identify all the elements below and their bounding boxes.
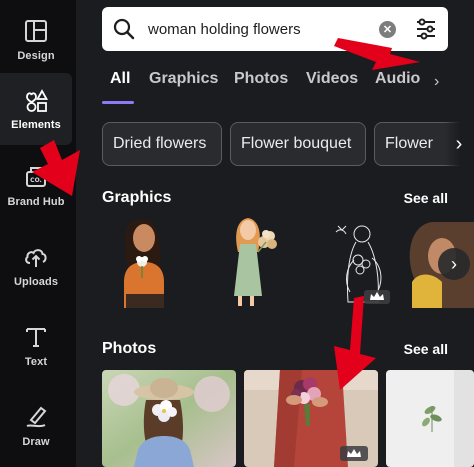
layout-icon xyxy=(25,20,47,42)
sidebar-item-text[interactable]: Text xyxy=(0,310,72,382)
photos-results xyxy=(102,370,474,467)
search-bar[interactable]: woman holding flowers ✕ xyxy=(102,7,448,51)
text-icon xyxy=(26,328,46,347)
chip-label: Dried flowers xyxy=(113,135,207,152)
sidebar-item-elements[interactable]: Elements xyxy=(0,73,72,145)
close-icon: ✕ xyxy=(382,24,393,36)
tab-audio[interactable]: Audio xyxy=(375,70,420,88)
photo-thumbnail[interactable] xyxy=(102,370,236,467)
chip-label: Flower xyxy=(385,135,434,152)
chip-label: Flower bouquet xyxy=(241,135,352,152)
sidebar-item-label: Elements xyxy=(11,119,61,131)
sidebar-item-design[interactable]: Design xyxy=(0,4,72,76)
tab-videos[interactable]: Videos xyxy=(306,70,358,88)
elements-panel: woman holding flowers ✕ All Graphics Pho… xyxy=(76,0,474,467)
sidebar-item-label: Draw xyxy=(22,436,50,448)
sidebar-item-label: Text xyxy=(24,356,48,368)
photo-thumbnail[interactable] xyxy=(244,370,378,467)
cloud-upload-icon xyxy=(25,249,47,267)
photo-thumbnail[interactable] xyxy=(386,370,474,467)
pen-icon xyxy=(26,406,47,428)
sidebar: Design Elements CO. Brand Hub Uploads Te… xyxy=(0,0,76,467)
graphics-section-title: Graphics xyxy=(102,189,172,206)
graphic-thumbnail[interactable] xyxy=(316,212,416,312)
active-tab-indicator xyxy=(102,101,134,104)
chip-dried-flowers[interactable]: Dried flowers xyxy=(102,122,222,166)
suggestion-chips: Dried flowers Flower bouquet Flower › xyxy=(102,122,474,166)
chip-flower-bouquet[interactable]: Flower bouquet xyxy=(230,122,366,166)
filter-icon[interactable] xyxy=(414,17,438,41)
tab-all[interactable]: All xyxy=(110,70,130,88)
sidebar-item-label: Brand Hub xyxy=(7,196,65,208)
sidebar-item-label: Uploads xyxy=(13,276,59,288)
tab-photos[interactable]: Photos xyxy=(234,70,288,88)
search-input[interactable]: woman holding flowers xyxy=(148,21,301,38)
tab-bar: All Graphics Photos Videos Audio xyxy=(102,70,474,104)
sidebar-item-draw[interactable]: Draw xyxy=(0,390,72,462)
shapes-icon xyxy=(26,89,49,112)
sidebar-item-uploads[interactable]: Uploads xyxy=(0,230,72,302)
graphic-thumbnail[interactable] xyxy=(102,212,202,312)
brand-hub-icon: CO. xyxy=(26,167,46,187)
sidebar-item-brand-hub[interactable]: CO. Brand Hub xyxy=(0,150,72,222)
chips-scroll-right-icon[interactable]: › xyxy=(444,122,474,166)
clear-search-button[interactable]: ✕ xyxy=(379,21,396,38)
photos-see-all-link[interactable]: See all xyxy=(404,341,448,357)
tabs-scroll-right-icon[interactable]: › xyxy=(434,73,439,91)
photos-section-title: Photos xyxy=(102,340,157,357)
graphics-results: › xyxy=(102,212,474,312)
sidebar-item-label: Design xyxy=(17,50,55,62)
graphics-see-all-link[interactable]: See all xyxy=(404,190,448,206)
search-icon xyxy=(113,18,135,40)
graphics-scroll-right-icon[interactable]: › xyxy=(438,248,470,280)
svg-text:CO.: CO. xyxy=(30,177,42,184)
tab-graphics[interactable]: Graphics xyxy=(149,70,218,88)
graphic-thumbnail[interactable] xyxy=(216,212,316,312)
